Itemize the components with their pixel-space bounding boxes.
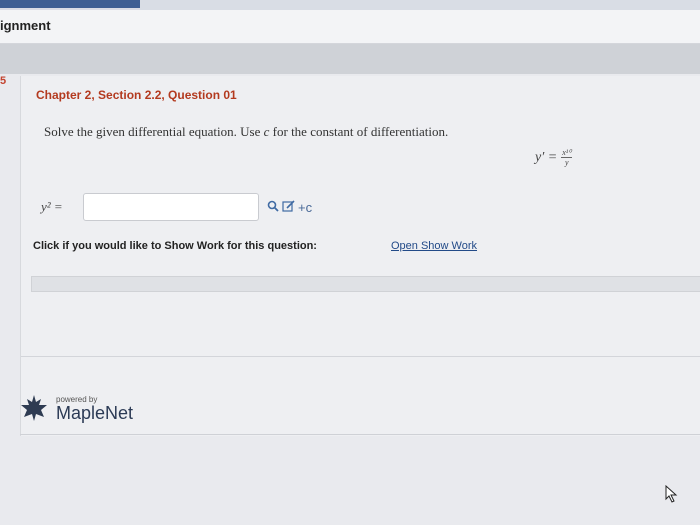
answer-label: y² = xyxy=(41,199,63,214)
equation-lhs: y′ = xyxy=(535,149,558,165)
question-instruction: Solve the given differential equation. U… xyxy=(44,124,448,140)
active-tab-indicator[interactable] xyxy=(0,0,140,8)
question-number-tab[interactable]: 5 xyxy=(0,75,6,87)
equation-fraction: x¹⁰ y xyxy=(561,148,573,167)
section-divider xyxy=(21,356,700,357)
mouse-cursor-icon xyxy=(665,485,678,503)
header-band xyxy=(0,44,700,74)
instruction-text-after: for the constant of differentiation. xyxy=(269,124,449,139)
powered-by-maplenet: powered by MapleNet xyxy=(20,394,133,422)
page-title: ignment xyxy=(0,18,51,33)
answer-tools: +c xyxy=(267,200,312,215)
answer-input[interactable] xyxy=(83,193,259,221)
given-equation: y′ = x¹⁰ y xyxy=(535,148,573,167)
maple-leaf-icon xyxy=(21,395,47,421)
plus-c-button[interactable]: +c xyxy=(298,200,312,215)
open-show-work-link[interactable]: Open Show Work xyxy=(391,240,477,252)
maplenet-logo-text: MapleNet xyxy=(56,402,134,423)
edit-pencil-icon[interactable] xyxy=(282,200,295,215)
assignment-header: ignment xyxy=(0,10,700,44)
question-panel: Chapter 2, Section 2.2, Question 01 Solv… xyxy=(20,76,700,436)
equation-denominator: y xyxy=(565,158,569,167)
preview-search-icon[interactable] xyxy=(267,200,279,215)
instruction-text-before: Solve the given differential equation. U… xyxy=(44,124,264,139)
question-title: Chapter 2, Section 2.2, Question 01 xyxy=(36,88,237,102)
show-work-prompt: Click if you would like to Show Work for… xyxy=(33,240,317,252)
show-work-bar xyxy=(31,276,700,292)
equation-numerator: x¹⁰ xyxy=(561,148,573,158)
footer-divider xyxy=(20,434,700,435)
